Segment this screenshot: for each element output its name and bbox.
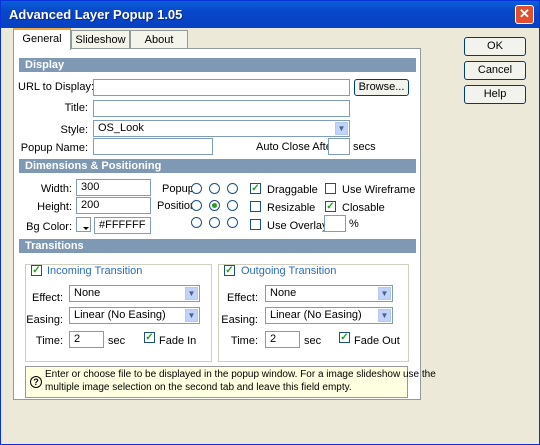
- tab-general-label: General: [22, 33, 62, 45]
- outgoing-easing-value: Linear (No Easing): [270, 309, 362, 321]
- cancel-button[interactable]: Cancel: [464, 61, 526, 80]
- tab-slideshow-label: Slideshow: [75, 34, 126, 46]
- tab-general[interactable]: General: [13, 28, 71, 50]
- overlay-opacity-input[interactable]: [324, 215, 346, 232]
- browse-button[interactable]: Browse...: [354, 79, 409, 96]
- bgcolor-label: Bg Color:: [26, 221, 72, 233]
- chevron-down-icon: ▼: [185, 287, 198, 300]
- help-text-line-1: Enter or choose file to be displayed in …: [45, 369, 436, 380]
- incoming-transition-title: Incoming Transition: [45, 265, 145, 277]
- outgoing-transition-checkbox[interactable]: ✓: [224, 265, 235, 276]
- window-title: Advanced Layer Popup 1.05: [9, 7, 183, 22]
- bgcolor-input[interactable]: #FFFFFF: [94, 217, 151, 234]
- url-label: URL to Display:: [18, 81, 95, 93]
- tab-about[interactable]: About: [130, 30, 188, 50]
- section-display: Display: [19, 58, 416, 72]
- position-radio-top-center[interactable]: [209, 183, 220, 194]
- title-label: Title:: [64, 102, 88, 114]
- outgoing-time-unit: sec: [304, 335, 322, 347]
- help-button[interactable]: Help: [464, 85, 526, 104]
- chevron-down-icon: ▼: [335, 122, 348, 135]
- help-info-box: ? Enter or choose file to be displayed i…: [25, 366, 436, 398]
- incoming-effect-select[interactable]: None ▼: [69, 285, 200, 302]
- outgoing-effect-label: Effect:: [227, 292, 258, 304]
- outgoing-easing-label: Easing:: [221, 314, 258, 326]
- tab-about-label: About: [144, 34, 174, 46]
- incoming-time-label: Time:: [35, 335, 63, 347]
- incoming-effect-label: Effect:: [32, 292, 63, 304]
- percent-label: %: [349, 218, 359, 230]
- close-icon: ✕: [519, 6, 530, 21]
- ok-button[interactable]: OK: [464, 37, 526, 56]
- dialog-window: Advanced Layer Popup 1.05 ✕ General Slid…: [0, 0, 540, 445]
- incoming-easing-label: Easing:: [26, 314, 63, 326]
- use-overlay-label: Use Overlay: [267, 220, 328, 232]
- position-radio-center[interactable]: [209, 200, 220, 211]
- popup-position-label: Popup: [162, 183, 194, 195]
- outgoing-effect-value: None: [270, 287, 297, 299]
- position-radio-bottom-left[interactable]: [191, 217, 202, 228]
- close-button[interactable]: ✕: [515, 5, 534, 24]
- position-radio-top-right[interactable]: [227, 183, 238, 194]
- resizable-checkbox[interactable]: [250, 201, 261, 212]
- style-select-value: OS_Look: [98, 122, 144, 134]
- position-radio-middle-left[interactable]: [191, 200, 202, 211]
- auto-close-unit: secs: [353, 141, 376, 153]
- question-icon: ?: [30, 376, 42, 388]
- width-input[interactable]: 300: [76, 179, 151, 196]
- popup-name-label: Popup Name:: [20, 142, 88, 154]
- draggable-label: Draggable: [267, 184, 318, 196]
- position-radio-top-left[interactable]: [191, 183, 202, 194]
- bgcolor-swatch[interactable]: [76, 217, 91, 232]
- outgoing-time-input[interactable]: 2: [265, 331, 300, 348]
- style-label: Style:: [60, 124, 88, 136]
- popup-name-input[interactable]: [93, 138, 213, 155]
- use-overlay-checkbox[interactable]: [250, 219, 261, 230]
- height-input[interactable]: 200: [76, 197, 151, 214]
- position-radio-bottom-right[interactable]: [227, 217, 238, 228]
- use-wireframe-checkbox[interactable]: [325, 183, 336, 194]
- closable-checkbox[interactable]: ✓: [325, 201, 336, 212]
- incoming-easing-value: Linear (No Easing): [74, 309, 166, 321]
- draggable-checkbox[interactable]: ✓: [250, 183, 261, 194]
- outgoing-effect-select[interactable]: None ▼: [265, 285, 393, 302]
- width-label: Width:: [40, 183, 72, 195]
- auto-close-input[interactable]: [328, 138, 350, 155]
- help-text-line-2: multiple image selection on the second t…: [45, 382, 352, 393]
- url-input[interactable]: [93, 79, 350, 96]
- fade-in-label: Fade In: [159, 335, 197, 347]
- height-label: Height:: [37, 201, 72, 213]
- use-wireframe-label: Use Wireframe: [342, 184, 416, 196]
- chevron-down-icon: ▼: [378, 309, 391, 322]
- fade-out-checkbox[interactable]: ✓: [339, 332, 350, 343]
- title-input[interactable]: [93, 100, 350, 117]
- position-radio-middle-right[interactable]: [227, 200, 238, 211]
- fade-in-checkbox[interactable]: ✓: [144, 332, 155, 343]
- chevron-down-icon: ▼: [185, 309, 198, 322]
- section-transitions: Transitions: [19, 239, 416, 253]
- outgoing-time-label: Time:: [230, 335, 258, 347]
- general-panel: Display URL to Display: Browse... Title:…: [13, 48, 421, 400]
- incoming-effect-value: None: [74, 287, 101, 299]
- section-dimensions: Dimensions & Positioning: [19, 159, 416, 173]
- fade-out-label: Fade Out: [354, 335, 400, 347]
- title-bar[interactable]: Advanced Layer Popup 1.05 ✕: [1, 1, 539, 28]
- incoming-transition-checkbox[interactable]: ✓: [31, 265, 42, 276]
- tab-slideshow[interactable]: Slideshow: [71, 30, 130, 50]
- chevron-down-icon: ▼: [378, 287, 391, 300]
- auto-close-label: Auto Close After: [256, 141, 336, 153]
- resizable-label: Resizable: [267, 202, 316, 214]
- outgoing-easing-select[interactable]: Linear (No Easing) ▼: [265, 307, 393, 324]
- incoming-time-unit: sec: [108, 335, 126, 347]
- incoming-time-input[interactable]: 2: [69, 331, 104, 348]
- position-radio-bottom-center[interactable]: [209, 217, 220, 228]
- outgoing-transition-title: Outgoing Transition: [239, 265, 339, 277]
- incoming-easing-select[interactable]: Linear (No Easing) ▼: [69, 307, 200, 324]
- style-select[interactable]: OS_Look ▼: [93, 120, 350, 137]
- closable-label: Closable: [342, 202, 385, 214]
